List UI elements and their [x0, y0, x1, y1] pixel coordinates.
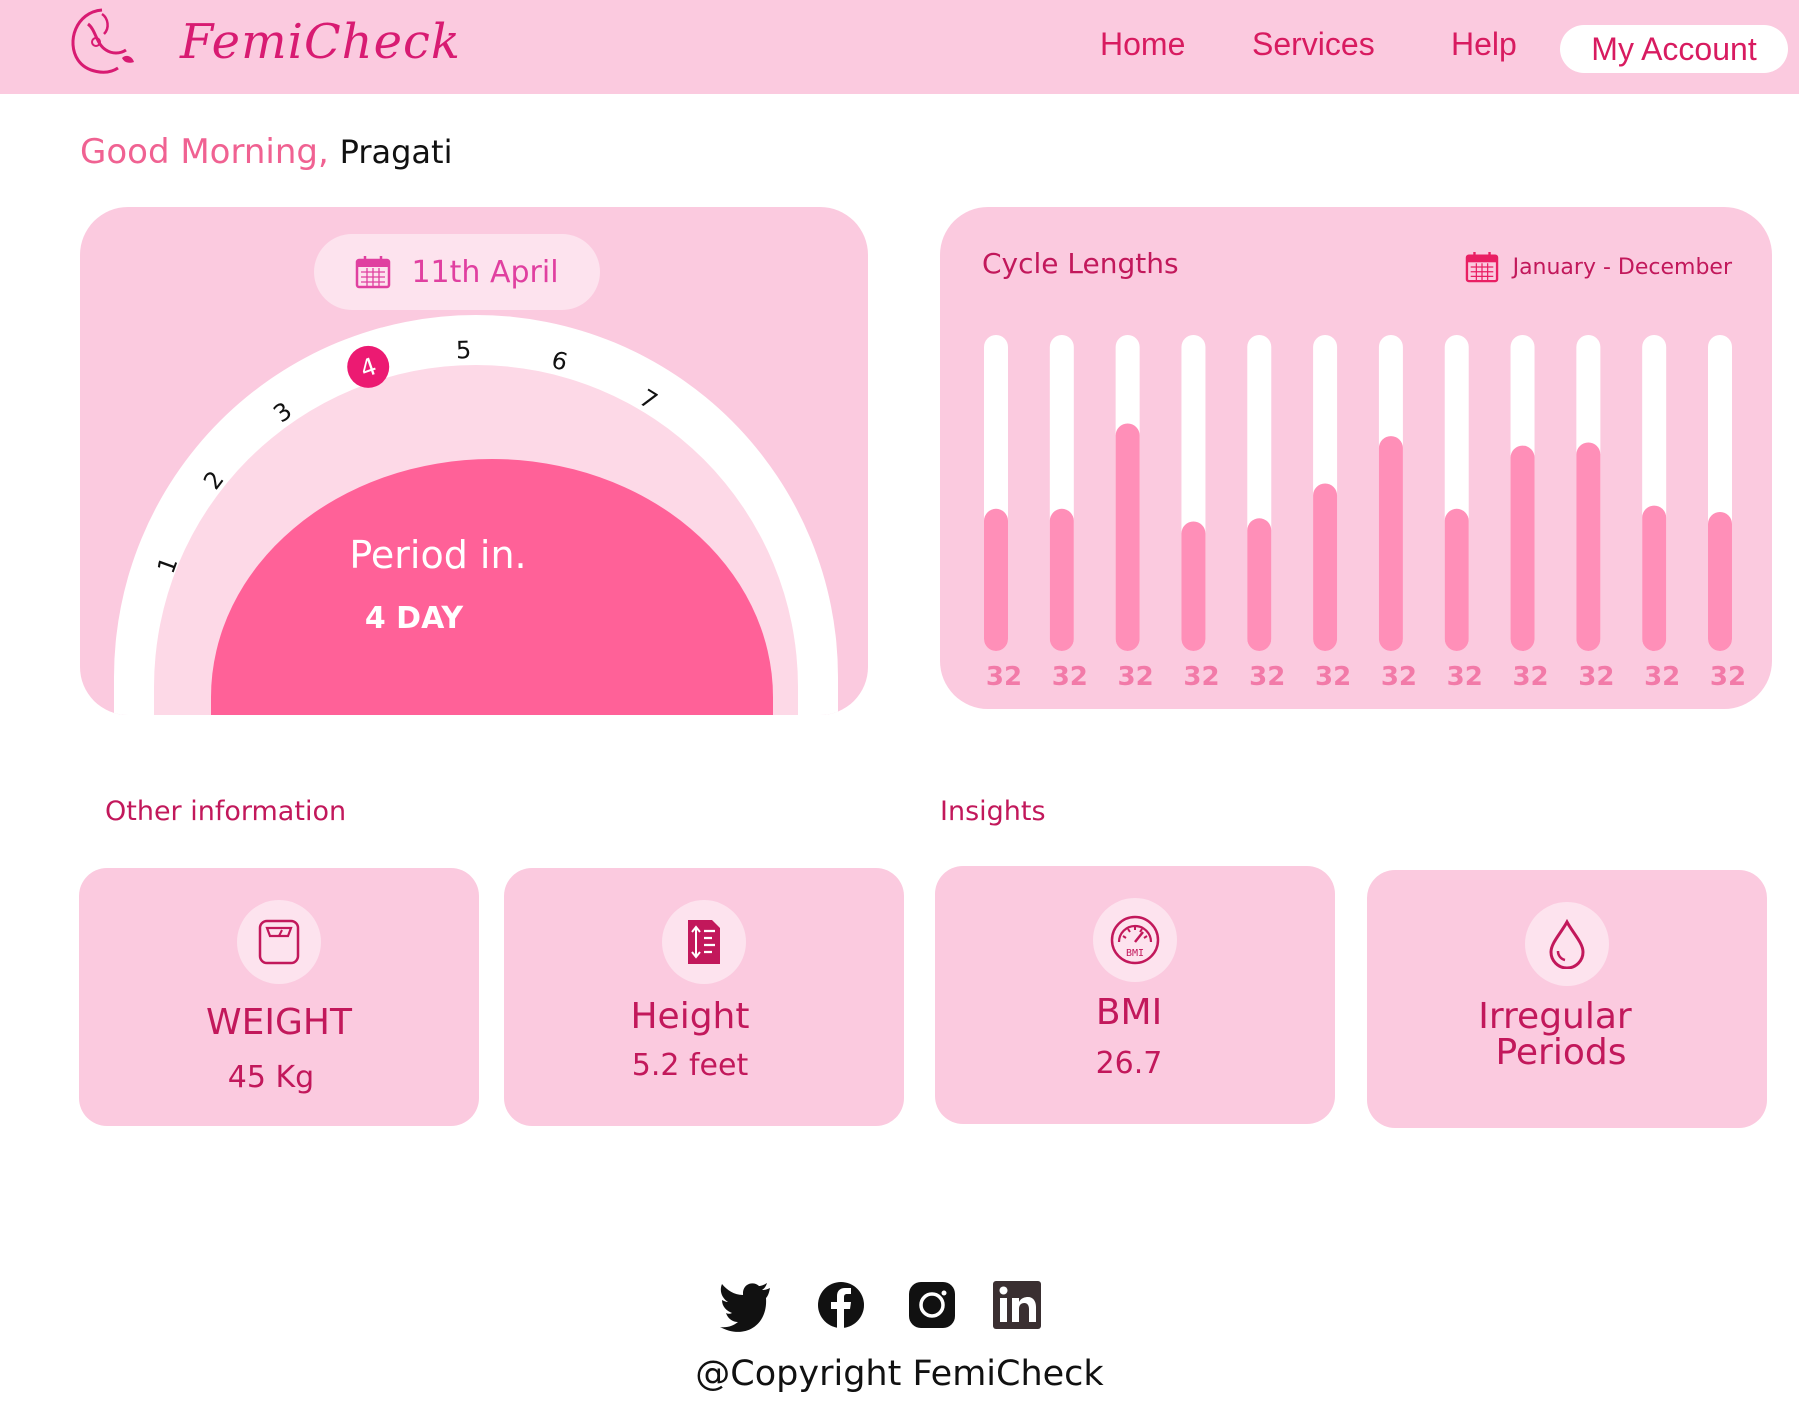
- date-range-selector[interactable]: January - December: [1465, 251, 1732, 283]
- weight-title: WEIGHT: [206, 1002, 352, 1043]
- nav-home[interactable]: Home: [1100, 26, 1185, 63]
- other-information-title: Other information: [105, 796, 347, 827]
- bar-value-label: 32: [1578, 662, 1614, 692]
- cycle-tracker-card: 1234567 11th April Period in. 4 DAY: [80, 207, 868, 715]
- weight-icon-circle: [237, 900, 321, 984]
- irregular-title-line1: Irregular: [1478, 996, 1632, 1037]
- bar-value-label: 32: [986, 662, 1022, 692]
- height-icon-circle: [662, 900, 746, 984]
- selected-date: 11th April: [411, 254, 559, 290]
- copyright-text: @Copyright FemiCheck: [695, 1354, 1104, 1394]
- bar-value-label: 32: [1644, 662, 1680, 692]
- bmi-gauge-icon: BMI: [1110, 915, 1160, 965]
- nav-help[interactable]: Help: [1451, 26, 1517, 63]
- height-icon: [688, 920, 720, 964]
- height-title: Height: [630, 996, 750, 1037]
- cycle-bar[interactable]: [1313, 483, 1338, 651]
- cycle-bar[interactable]: [1049, 508, 1074, 651]
- greeting-text: Good Morning,: [80, 132, 329, 172]
- weight-value: 45 Kg: [227, 1060, 315, 1095]
- irregular-periods-card[interactable]: Irregular Periods: [1367, 870, 1767, 1128]
- drop-icon-circle: [1525, 902, 1609, 986]
- day-number-5[interactable]: 5: [455, 336, 471, 365]
- bar-value-label: 32: [1447, 662, 1483, 692]
- twitter-icon[interactable]: [718, 1278, 772, 1332]
- bmi-icon-circle: BMI: [1093, 898, 1177, 982]
- bar-value-label: 32: [1249, 662, 1285, 692]
- bar-value-label: 32: [1381, 662, 1417, 692]
- weighing-scale-icon: [258, 919, 300, 965]
- chart-title: Cycle Lengths: [982, 247, 1179, 280]
- insights-title: Insights: [940, 796, 1046, 827]
- period-label: Period in.: [349, 533, 527, 577]
- cycle-bar[interactable]: [1510, 445, 1535, 651]
- height-value: 5.2 feet: [631, 1048, 749, 1083]
- cycle-bar[interactable]: [1708, 511, 1732, 651]
- bar-value-label: 32: [1315, 662, 1351, 692]
- cycle-lengths-card: 32 32 32 32 32 32 32 32 32 32 32 32 Cycle Lengths J…: [940, 207, 1772, 709]
- blood-drop-icon: [1549, 919, 1585, 969]
- cycle-bar[interactable]: [984, 508, 1008, 651]
- linkedin-icon[interactable]: [990, 1278, 1044, 1332]
- bmi-title: BMI: [1095, 992, 1163, 1033]
- calendar-icon: [1465, 251, 1498, 283]
- user-name: Pragati: [339, 133, 453, 171]
- greeting: Good Morning, Pragati: [80, 132, 452, 172]
- bar-value-label: 32: [1710, 662, 1746, 692]
- femicheck-logo-icon[interactable]: [62, 4, 142, 80]
- weight-card[interactable]: WEIGHT 45 Kg: [79, 868, 479, 1126]
- bar-value-label: 32: [1512, 662, 1548, 692]
- bmi-card[interactable]: BMI BMI 26.7: [935, 866, 1335, 1124]
- calendar-icon: [356, 256, 391, 289]
- height-card[interactable]: Height 5.2 feet: [504, 868, 904, 1126]
- chart-range-label: January - December: [1512, 254, 1732, 280]
- bar-value-label: 32: [1183, 662, 1219, 692]
- instagram-icon[interactable]: [905, 1278, 959, 1332]
- cycle-bar[interactable]: [1444, 508, 1469, 651]
- cycle-bar[interactable]: [1115, 423, 1140, 651]
- brand-name[interactable]: FemiCheck: [180, 14, 461, 70]
- bmi-icon-text: BMI: [1126, 948, 1144, 959]
- date-selector[interactable]: 11th April: [314, 234, 600, 310]
- cycle-bar[interactable]: [1247, 518, 1272, 651]
- facebook-icon[interactable]: [814, 1278, 868, 1332]
- top-nav-bar: FemiCheck Home Services Help My Account: [0, 0, 1799, 94]
- bar-value-label: 32: [1118, 662, 1154, 692]
- my-account-button[interactable]: My Account: [1560, 25, 1788, 73]
- cycle-bar[interactable]: [1642, 505, 1667, 651]
- nav-services[interactable]: Services: [1252, 26, 1375, 63]
- cycle-bar[interactable]: [1576, 442, 1601, 651]
- cycle-bar[interactable]: [1378, 436, 1403, 651]
- bar-value-label: 32: [1052, 662, 1088, 692]
- cycle-bar[interactable]: [1181, 521, 1206, 651]
- bmi-value: 26.7: [1095, 1046, 1163, 1081]
- irregular-title-line2: Periods: [1495, 1032, 1627, 1073]
- period-countdown: 4 DAY: [364, 601, 464, 636]
